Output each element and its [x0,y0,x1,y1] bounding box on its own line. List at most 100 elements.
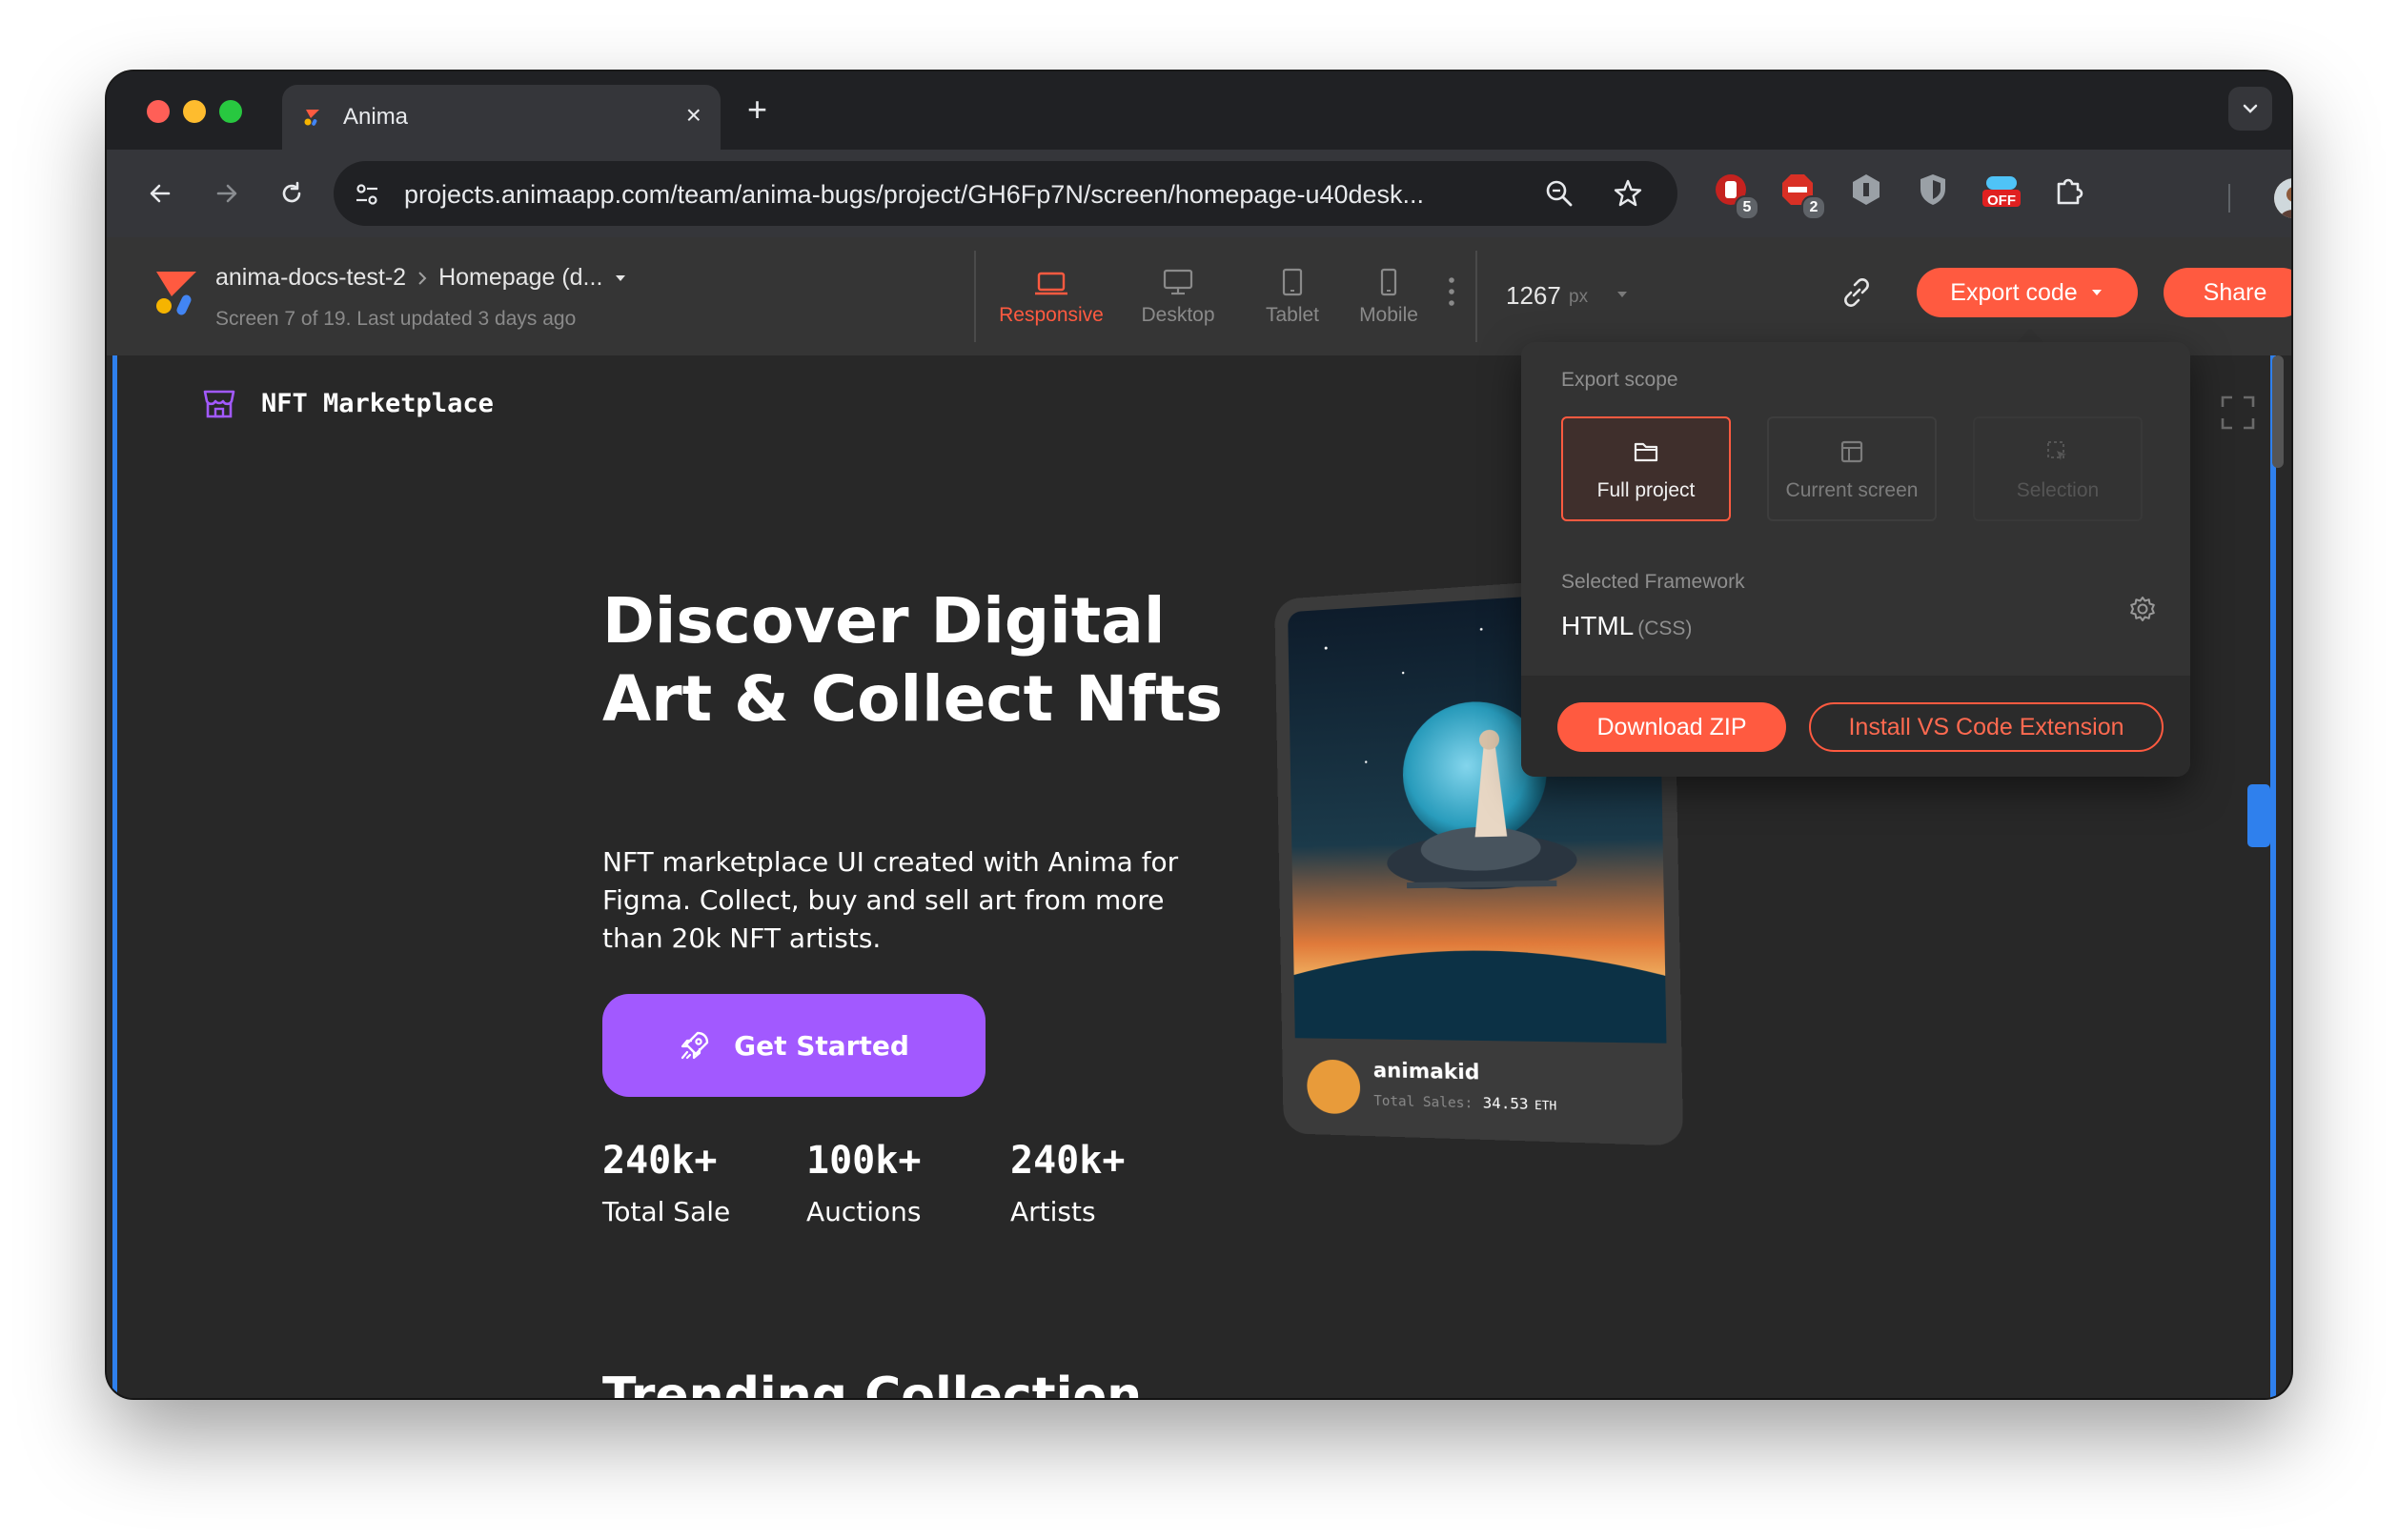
popover-footer: Download ZIP Install VS Code Extension [1521,676,2190,777]
stat-artists: 240k+ Artists [1010,1139,1125,1227]
share-label: Share [2204,279,2267,307]
device-label: Mobile [1346,304,1432,327]
bookmark-star-icon[interactable] [1613,178,1643,209]
profile-avatar[interactable] [2274,178,2291,218]
arrow-right-icon [213,179,241,208]
scope-label: Selection [1975,479,2141,502]
desktop-monitor-icon [1163,268,1193,296]
download-zip-button[interactable]: Download ZIP [1557,702,1786,752]
device-label: Desktop [1121,304,1235,327]
resize-edge-right[interactable] [2270,355,2276,1398]
popover-arrow [2017,329,2043,342]
stat-label: Total Sale [602,1196,730,1227]
get-started-button[interactable]: Get Started [602,994,986,1097]
close-window-button[interactable] [147,100,170,123]
tab-title: Anima [343,104,408,131]
tab-search-button[interactable] [2228,87,2272,131]
stat-total-sale: 240k+ Total Sale [602,1139,730,1227]
project-breadcrumb[interactable]: anima-docs-test-2 Homepage (d... [215,264,629,292]
link-icon[interactable] [1838,274,1876,312]
anima-logo-icon[interactable] [154,270,198,317]
back-button[interactable] [141,174,179,213]
export-code-popover: Export scope Full project Current screen… [1521,342,2190,777]
url-text: projects.animaapp.com/team/anima-bugs/pr… [404,180,1424,210]
viewport-width-value[interactable]: 1267 [1506,281,1561,311]
nft-artist-name: animakid [1373,1059,1480,1084]
resize-edge-left[interactable] [112,355,117,1398]
shield-extension-button[interactable] [1914,171,1960,216]
header-divider [974,251,976,342]
more-devices-icon[interactable] [1447,275,1456,308]
stat-value: 100k+ [806,1139,922,1183]
scope-current-screen-option[interactable]: Current screen [1767,416,1937,521]
abp-extension-button[interactable]: 2 [1778,171,1824,216]
install-vscode-label: Install VS Code Extension [1848,714,2124,741]
arrow-left-icon [146,179,174,208]
screen-meta: Screen 7 of 19. Last updated 3 days ago [215,308,576,331]
site-brand[interactable]: NFT Marketplace [200,384,494,422]
extension-off-label: OFF [1987,192,2016,209]
tablet-icon [1281,268,1304,296]
screen-layout-icon [1839,439,1864,464]
screen-name[interactable]: Homepage (d... [438,264,602,292]
forward-button[interactable] [208,174,246,213]
browser-tab-active[interactable]: Anima × [282,85,721,150]
nft-sales-currency: ETH [1534,1099,1557,1113]
scope-selection-option[interactable]: Selection [1973,416,2143,521]
ublock-extension-button[interactable]: 5 [1712,171,1758,216]
address-bar[interactable]: projects.animaapp.com/team/anima-bugs/pr… [334,161,1677,226]
resize-handle-right[interactable] [2247,784,2270,847]
stat-value: 240k+ [1010,1139,1125,1183]
download-zip-label: Download ZIP [1596,714,1746,741]
install-vscode-extension-button[interactable]: Install VS Code Extension [1809,702,2164,752]
device-tablet-button[interactable]: Tablet [1247,262,1338,327]
nft-sales-label: Total Sales: [1373,1093,1473,1111]
new-tab-button[interactable]: + [747,92,767,127]
storefront-icon [200,384,238,422]
caret-down-icon[interactable] [612,270,629,287]
maximize-window-button[interactable] [219,100,242,123]
off-extension-button[interactable]: OFF [1981,171,2026,216]
stat-label: Auctions [806,1196,922,1227]
stat-value: 240k+ [602,1139,730,1183]
tab-close-icon[interactable]: × [686,102,701,129]
device-label: Responsive [991,304,1111,327]
zoom-icon[interactable] [1544,178,1575,209]
section-title-trending: Trending Collection [602,1368,1142,1398]
shield-icon [1914,171,1952,209]
share-button[interactable]: Share [2164,268,2291,317]
caret-down-icon[interactable] [1615,289,1630,300]
reload-button[interactable] [273,174,311,213]
viewport-width-unit: px [1569,287,1588,308]
extensions-menu-button[interactable] [2051,171,2097,216]
gear-icon[interactable] [2127,594,2158,624]
framework-name: HTML [1561,611,1634,640]
canvas-scrollbar-thumb[interactable] [2272,355,2284,468]
device-desktop-button[interactable]: Desktop [1121,262,1235,327]
person-avatar-icon [2274,178,2291,218]
tab-strip: Anima × + [107,71,2291,150]
site-settings-icon[interactable] [353,180,381,209]
site-brand-name: NFT Marketplace [261,389,494,418]
browser-window: Anima × + projects.animaapp.com/team/ani… [107,71,2291,1398]
fullscreen-icon[interactable] [2219,394,2257,432]
device-responsive-button[interactable]: Responsive [991,262,1111,327]
scope-full-project-option[interactable]: Full project [1561,416,1731,521]
caret-down-icon [2089,287,2104,298]
anima-favicon-icon [303,108,322,127]
nft-sales-value: 34.53 [1483,1094,1529,1113]
folder-icon [1633,439,1659,464]
minimize-window-button[interactable] [183,100,206,123]
hex-extension-button[interactable] [1847,171,1893,216]
nft-sales: Total Sales: 34.53 ETH [1373,1091,1556,1113]
framework-value[interactable]: HTML (CSS) [1561,611,1692,641]
ext-hex-icon [1847,171,1885,209]
export-code-button[interactable]: Export code [1917,268,2138,317]
device-mobile-button[interactable]: Mobile [1346,262,1432,327]
hero-title: Discover Digital Art & Collect Nfts [602,582,1289,739]
extension-badge: 2 [1801,195,1826,220]
project-name[interactable]: anima-docs-test-2 [215,264,406,292]
reload-icon [277,179,306,208]
chevron-right-icon [416,270,429,287]
scope-label: Current screen [1769,479,1935,502]
